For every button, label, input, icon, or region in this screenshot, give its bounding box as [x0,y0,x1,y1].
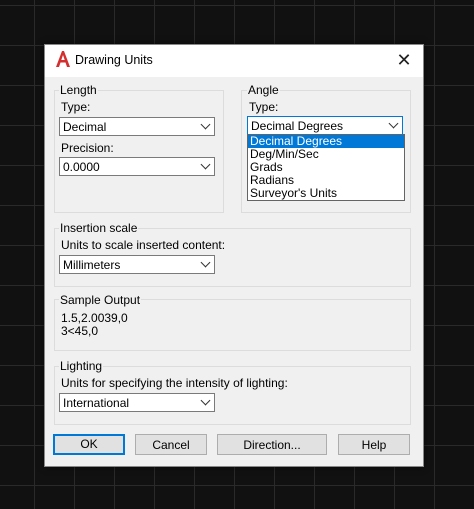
chevron-down-icon [200,395,211,406]
insertion-desc: Units to scale inserted content: [61,238,226,252]
lighting-label: Lighting [59,359,104,373]
insertion-units-select[interactable]: Millimeters [59,255,215,274]
chevron-down-icon [200,119,211,130]
lighting-units-value: International [63,396,130,410]
angle-type-value: Decimal Degrees [251,119,344,133]
ok-button[interactable]: OK [53,434,125,455]
length-group-label: Length [59,83,98,97]
cancel-button[interactable]: Cancel [135,434,207,455]
chevron-down-icon [388,118,399,129]
angle-type-select[interactable]: Decimal Degrees [247,116,403,135]
chevron-down-icon [200,159,211,170]
title-bar[interactable]: Drawing Units ✕ [45,45,423,77]
sample-output-label: Sample Output [59,293,142,307]
length-type-select[interactable]: Decimal [59,117,215,136]
chevron-down-icon [200,257,211,268]
direction-button[interactable]: Direction... [217,434,327,455]
angle-type-dropdown-list[interactable]: Decimal Degrees Deg/Min/Sec Grads Radian… [247,134,405,201]
dropdown-option[interactable]: Surveyor's Units [248,187,404,200]
precision-value: 0.0000 [63,160,100,174]
autocad-logo-icon [56,51,70,67]
precision-label: Precision: [61,141,114,155]
length-type-label: Type: [61,100,91,114]
insertion-units-value: Millimeters [63,258,121,272]
lighting-desc: Units for specifying the intensity of li… [61,376,288,390]
angle-group-label: Angle [247,83,280,97]
sample-output-line-2: 3<45,0 [61,324,99,338]
lighting-units-select[interactable]: International [59,393,215,412]
close-icon[interactable]: ✕ [391,48,417,72]
precision-select[interactable]: 0.0000 [59,157,215,176]
angle-type-label: Type: [249,100,279,114]
insertion-scale-label: Insertion scale [59,221,139,235]
length-type-value: Decimal [63,120,107,134]
dialog-title: Drawing Units [75,53,153,67]
sample-output-line-1: 1.5,2.0039,0 [61,311,128,325]
help-button[interactable]: Help [338,434,410,455]
